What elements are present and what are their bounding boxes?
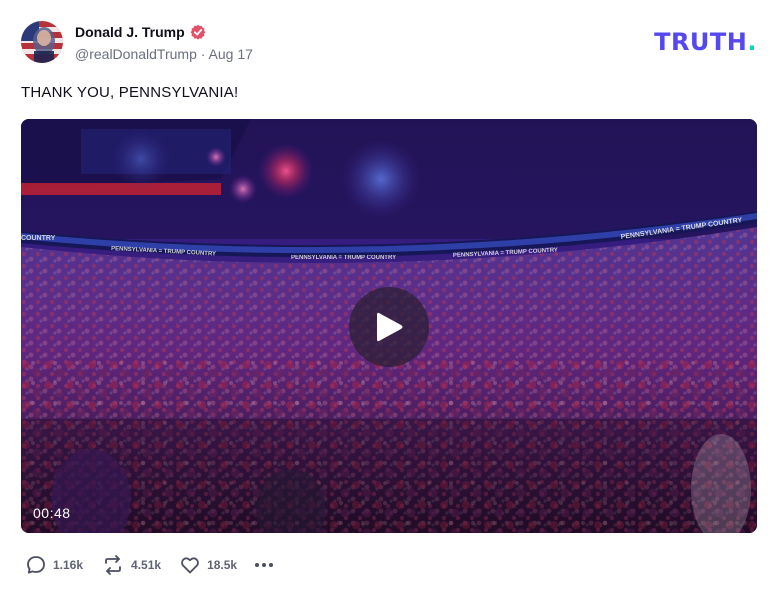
truth-logo-text: TRUTH — [654, 28, 748, 56]
video-duration: 00:48 — [33, 505, 71, 521]
video-player[interactable]: COUNTRY PENNSYLVANIA = TRUMP COUNTRY PEN… — [21, 119, 757, 533]
play-button[interactable] — [349, 287, 429, 367]
author-block: Donald J. Trump @realDonaldTrump · Aug 1… — [75, 22, 253, 64]
retruth-count: 4.51k — [131, 558, 162, 572]
more-options-button[interactable] — [253, 553, 275, 577]
retruth-icon — [105, 555, 121, 575]
play-icon — [377, 312, 403, 342]
author-meta-row: @realDonaldTrump · Aug 17 — [75, 46, 253, 64]
like-button[interactable]: 18.5k — [179, 554, 237, 576]
truth-logo-dot: . — [747, 28, 757, 56]
flag-portrait-avatar — [21, 21, 63, 63]
truth-logo[interactable]: TRUTH. — [654, 28, 757, 56]
reply-icon — [27, 556, 45, 574]
meta-separator: · — [196, 46, 209, 62]
action-bar: 1.16k 4.51k 18.5k — [25, 553, 275, 577]
author-display-name[interactable]: Donald J. Trump — [75, 24, 185, 40]
truth-post: Donald J. Trump @realDonaldTrump · Aug 1… — [0, 0, 778, 596]
heart-icon — [181, 557, 199, 574]
post-text: THANK YOU, PENNSYLVANIA! — [21, 84, 239, 101]
reply-count: 1.16k — [53, 558, 84, 572]
post-date[interactable]: Aug 17 — [209, 46, 253, 62]
author-handle[interactable]: @realDonaldTrump — [75, 46, 197, 62]
retruth-button[interactable]: 4.51k — [101, 554, 161, 576]
author-name-row: Donald J. Trump — [75, 22, 253, 42]
verified-badge-icon — [190, 24, 206, 40]
reply-button[interactable]: 1.16k — [25, 554, 83, 576]
more-icon — [255, 563, 274, 567]
avatar[interactable] — [21, 21, 63, 63]
like-count: 18.5k — [207, 558, 238, 572]
